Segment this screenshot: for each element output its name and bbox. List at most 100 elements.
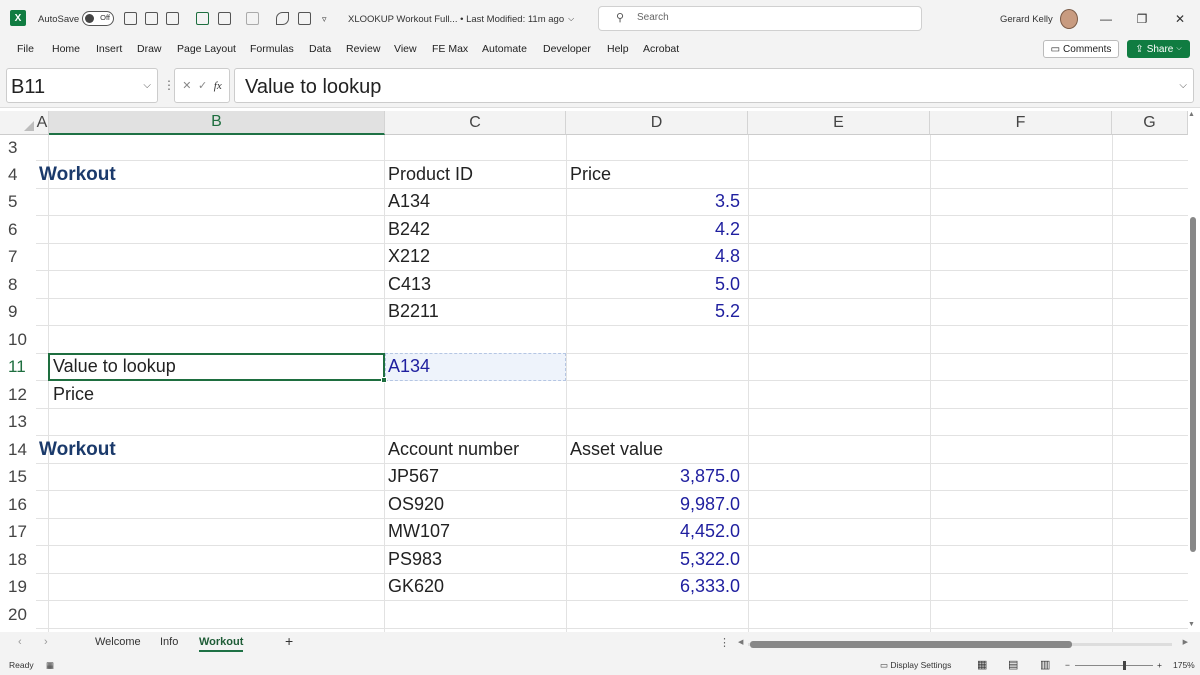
normal-view-icon[interactable]: ▦ <box>977 658 987 671</box>
cell-d6[interactable]: 4.2 <box>566 216 740 243</box>
column-header-c[interactable]: C <box>385 111 566 135</box>
row-header-3[interactable]: 3 <box>0 135 36 161</box>
cell-c16[interactable]: OS920 <box>388 491 444 518</box>
minimize-button[interactable]: — <box>1086 0 1126 38</box>
cancel-icon[interactable]: ✕ <box>182 79 191 92</box>
column-header-g[interactable]: G <box>1112 111 1188 135</box>
comments-button[interactable]: ▭ Comments <box>1043 40 1119 58</box>
more-options-icon[interactable]: ⋮ <box>719 636 730 649</box>
row-header-17[interactable]: 17 <box>0 518 36 545</box>
row-header-14[interactable]: 14 <box>0 436 36 463</box>
cell-c18[interactable]: PS983 <box>388 546 442 573</box>
cell-b12[interactable]: Price <box>53 381 94 408</box>
menu-formulas[interactable]: Formulas <box>250 43 294 55</box>
scroll-up-icon[interactable]: ▲ <box>1188 111 1195 118</box>
restore-button[interactable]: ❐ <box>1122 0 1162 38</box>
sheet-tab-welcome[interactable]: Welcome <box>95 636 141 648</box>
expand-formula-icon[interactable]: ⌵ <box>1179 80 1187 91</box>
share-button[interactable]: ⇪ Share ⌵ <box>1127 40 1190 58</box>
menu-file[interactable]: File <box>17 43 34 55</box>
page-break-view-icon[interactable]: ▥ <box>1040 658 1050 671</box>
autosave-toggle[interactable]: Off <box>82 11 114 26</box>
close-button[interactable]: ✕ <box>1160 0 1200 38</box>
zoom-out-button[interactable]: − <box>1065 660 1070 670</box>
cell-d16[interactable]: 9,987.0 <box>566 491 740 518</box>
cell-d14[interactable]: Asset value <box>570 436 663 463</box>
menu-draw[interactable]: Draw <box>137 43 162 55</box>
comment-icon[interactable] <box>298 12 311 25</box>
add-sheet-button[interactable]: + <box>285 633 293 649</box>
customize-qat-icon[interactable]: ▿ <box>322 0 327 38</box>
next-sheet-icon[interactable]: › <box>44 636 48 648</box>
cell-c14[interactable]: Account number <box>388 436 519 463</box>
row-header-8[interactable]: 8 <box>0 271 36 298</box>
worksheet-grid[interactable]: A B C D E F G 3 4 5 6 7 8 9 10 11 12 13 … <box>0 108 1200 632</box>
cell-c11[interactable]: A134 <box>388 353 430 380</box>
menu-fe-max[interactable]: FE Max <box>432 43 468 55</box>
camera-icon[interactable] <box>124 12 137 25</box>
row-header-18[interactable]: 18 <box>0 546 36 573</box>
formula-input[interactable]: Value to lookup ⌵ <box>234 68 1194 103</box>
cell-b14[interactable]: Workout <box>39 436 116 463</box>
row-header-12[interactable]: 12 <box>0 381 36 408</box>
table-icon[interactable] <box>196 12 209 25</box>
cell-c17[interactable]: MW107 <box>388 518 450 545</box>
row-header-11[interactable]: 11 <box>0 353 36 380</box>
column-header-d[interactable]: D <box>566 111 748 135</box>
column-header-e[interactable]: E <box>748 111 930 135</box>
avatar[interactable] <box>1060 9 1078 29</box>
menu-insert[interactable]: Insert <box>96 43 122 55</box>
scroll-right-icon[interactable]: ▶ <box>1183 638 1188 646</box>
row-header-7[interactable]: 7 <box>0 243 36 270</box>
menu-help[interactable]: Help <box>607 43 629 55</box>
fill-handle[interactable] <box>381 377 387 383</box>
menu-automate[interactable]: Automate <box>482 43 527 55</box>
menu-home[interactable]: Home <box>52 43 80 55</box>
horizontal-scroll-thumb[interactable] <box>750 641 1072 648</box>
row-header-4[interactable]: 4 <box>0 161 36 188</box>
row-header-13[interactable]: 13 <box>0 408 36 435</box>
menu-view[interactable]: View <box>394 43 417 55</box>
sheet-tab-info[interactable]: Info <box>160 636 178 648</box>
select-all-button[interactable] <box>0 111 36 135</box>
cell-c19[interactable]: GK620 <box>388 573 444 600</box>
scroll-left-icon[interactable]: ◀ <box>738 638 743 646</box>
shapes-icon[interactable] <box>246 12 259 25</box>
vertical-scrollbar[interactable]: ▲ ▼ <box>1188 111 1197 631</box>
row-header-6[interactable]: 6 <box>0 216 36 243</box>
row-header-20[interactable]: 20 <box>0 601 36 628</box>
page-layout-view-icon[interactable]: ▤ <box>1008 658 1018 671</box>
sheet-tab-workout[interactable]: Workout <box>199 636 244 652</box>
display-settings-button[interactable]: ▭ Display Settings <box>880 660 951 671</box>
search-box[interactable]: ⚲ Search <box>598 6 922 31</box>
row-header-9[interactable]: 9 <box>0 298 36 325</box>
doc-title[interactable]: XLOOKUP Workout Full... • Last Modified:… <box>348 0 574 38</box>
format-icon[interactable] <box>218 12 231 25</box>
cell-b4[interactable]: Workout <box>39 161 116 188</box>
enter-icon[interactable]: ✓ <box>198 79 207 92</box>
cell-c7[interactable]: X212 <box>388 243 430 270</box>
zoom-level[interactable]: 175% <box>1173 660 1195 670</box>
vertical-scroll-thumb[interactable] <box>1190 217 1196 552</box>
cell-d7[interactable]: 4.8 <box>566 243 740 270</box>
cell-c6[interactable]: B242 <box>388 216 430 243</box>
cell-c8[interactable]: C413 <box>388 271 431 298</box>
cell-c9[interactable]: B2211 <box>388 298 439 325</box>
insert-function-button[interactable]: fx <box>214 80 222 92</box>
cell-c15[interactable]: JP567 <box>388 463 439 490</box>
menu-developer[interactable]: Developer <box>543 43 591 55</box>
scroll-down-icon[interactable]: ▼ <box>1188 621 1195 628</box>
save-icon[interactable] <box>145 12 158 25</box>
cell-d15[interactable]: 3,875.0 <box>566 463 740 490</box>
row-header-10[interactable]: 10 <box>0 326 36 353</box>
row-header-15[interactable]: 15 <box>0 463 36 490</box>
cell-d4[interactable]: Price <box>570 161 611 188</box>
cell-b11[interactable]: Value to lookup <box>53 353 176 380</box>
align-icon[interactable] <box>166 12 179 25</box>
prev-sheet-icon[interactable]: ‹ <box>18 636 22 648</box>
column-header-a[interactable]: A <box>36 111 49 135</box>
zoom-slider-track[interactable] <box>1075 665 1153 666</box>
cell-c4[interactable]: Product ID <box>388 161 473 188</box>
zoom-in-button[interactable]: + <box>1157 660 1162 670</box>
row-header-5[interactable]: 5 <box>0 188 36 215</box>
